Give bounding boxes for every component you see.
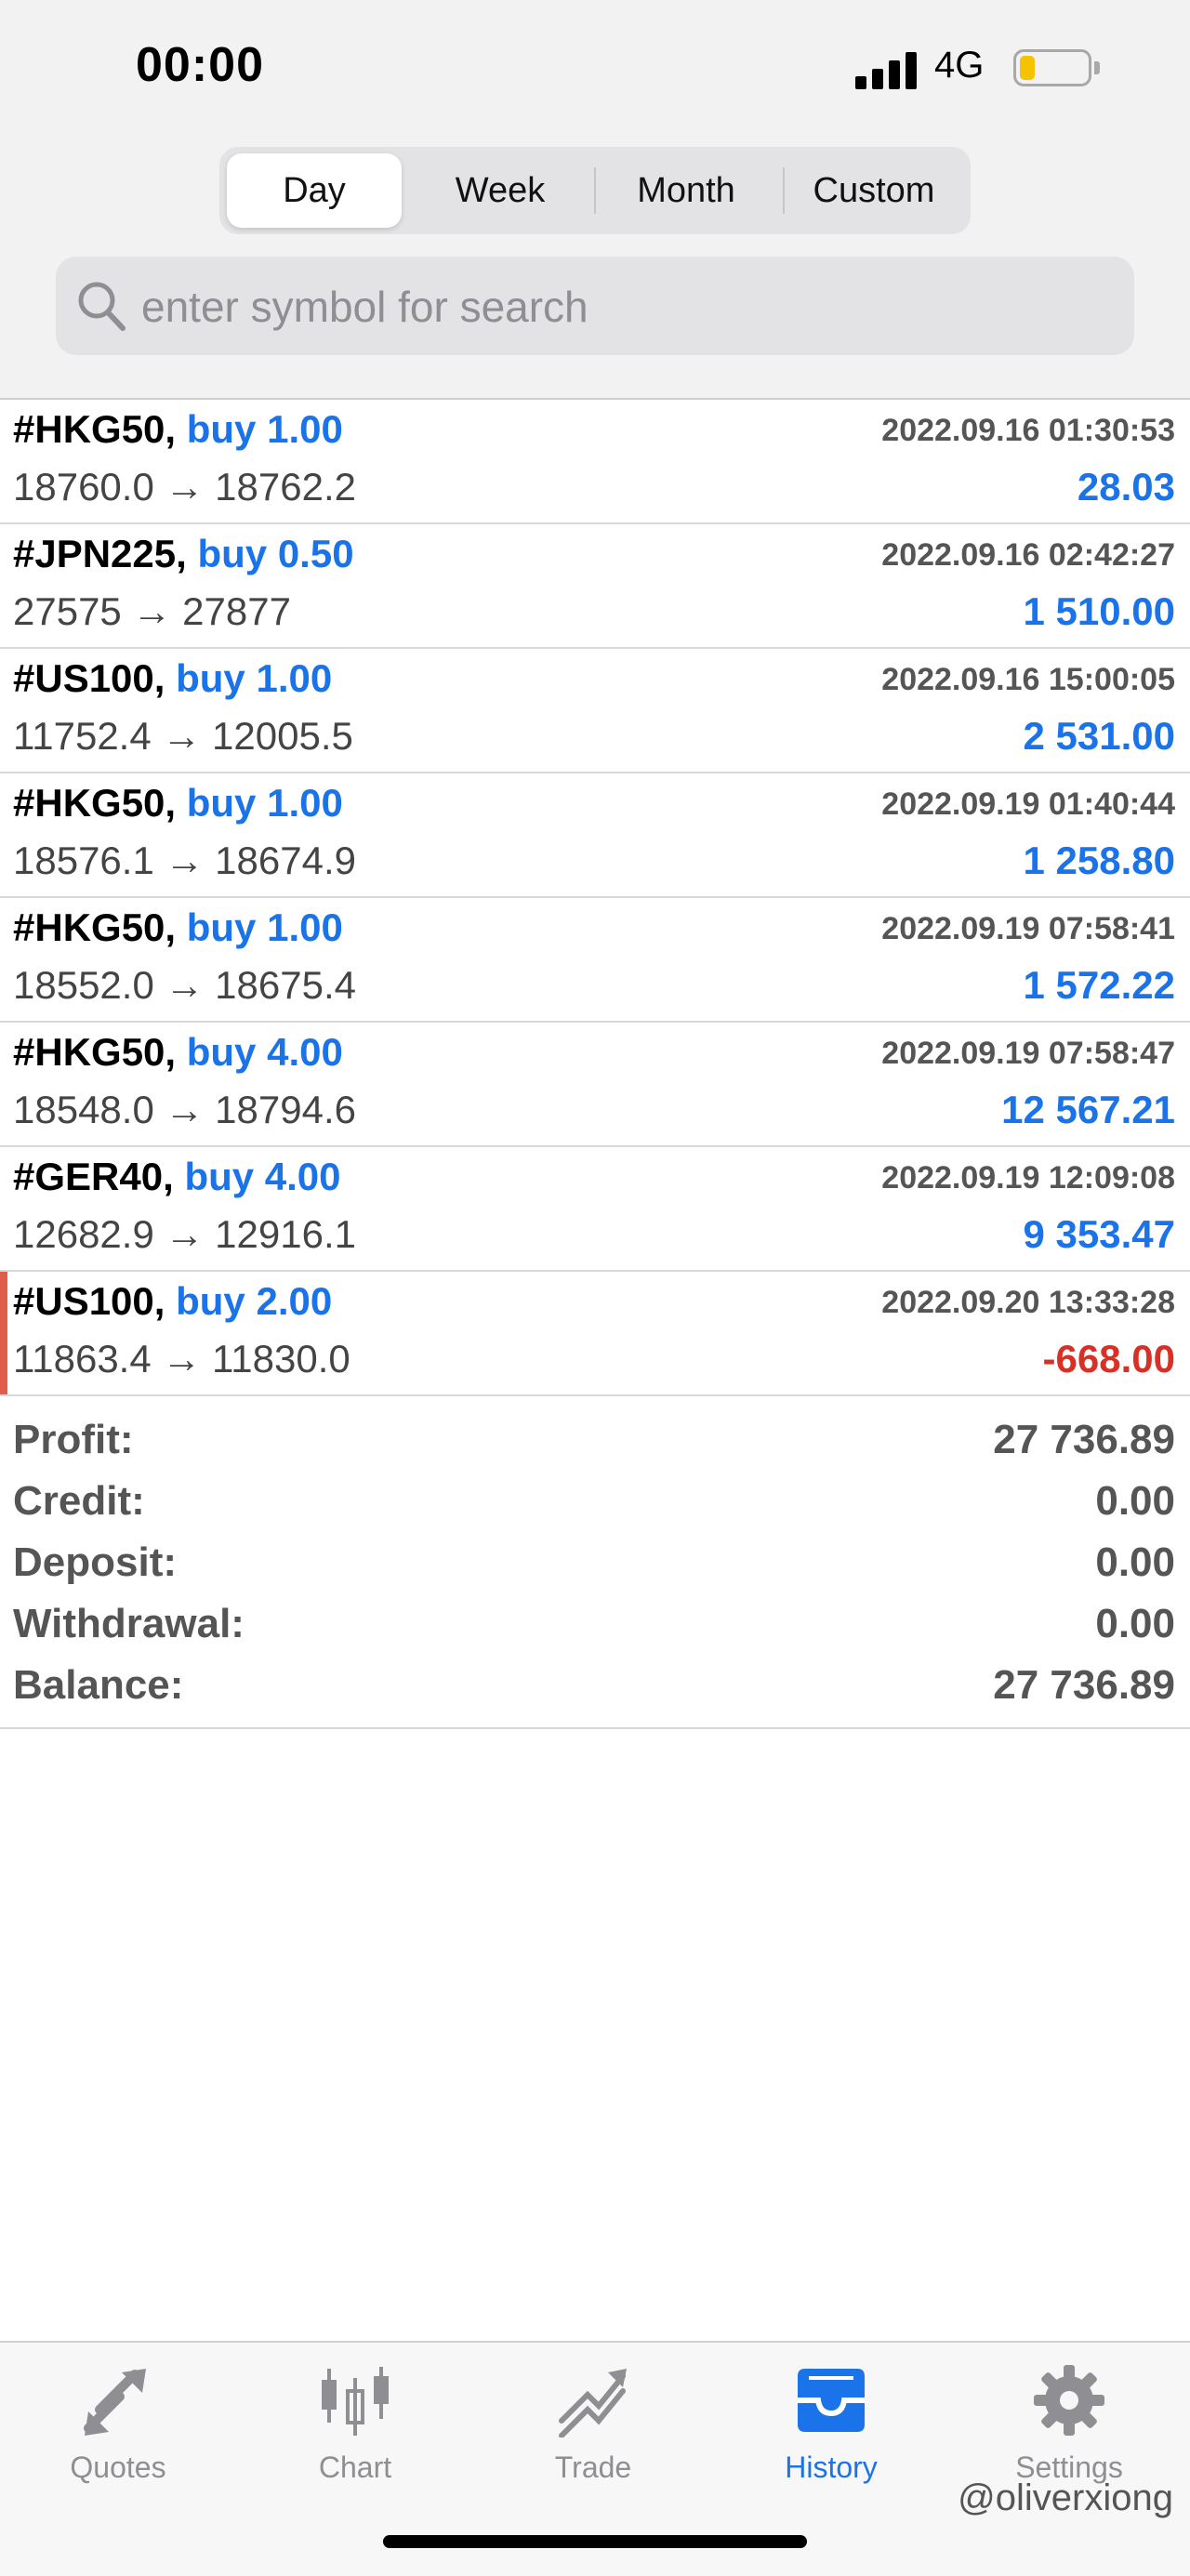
- tab-week[interactable]: Week: [413, 153, 588, 228]
- deal-symbol: #US100,: [13, 656, 165, 700]
- summary-label: Profit:: [13, 1417, 134, 1462]
- deal-symbol: #US100,: [13, 1279, 165, 1323]
- deal-profit: 28.03: [1077, 465, 1175, 509]
- summary-value: 0.00: [1095, 1539, 1175, 1585]
- deal-row[interactable]: #US100, buy 2.00 2022.09.20 13:33:28 118…: [0, 1272, 1190, 1396]
- watermark: @oliverxiong: [958, 2477, 1173, 2518]
- deal-prices: 18552.0 → 18675.4: [13, 963, 356, 1007]
- deal-prices: 18548.0 → 18794.6: [13, 1088, 356, 1131]
- tab-month[interactable]: Month: [599, 153, 774, 228]
- loss-marker: [0, 1272, 7, 1394]
- gear-icon: [1034, 2365, 1104, 2436]
- deal-row[interactable]: #HKG50, buy 1.00 2022.09.19 07:58:41 185…: [0, 898, 1190, 1023]
- deal-side: buy 1.00: [186, 781, 343, 825]
- deal-symbol: #HKG50,: [13, 407, 177, 451]
- deal-row[interactable]: #US100, buy 1.00 2022.09.16 15:00:05 117…: [0, 649, 1190, 773]
- tab-label: History: [785, 2451, 878, 2484]
- search-bar[interactable]: [56, 257, 1134, 355]
- tab-custom[interactable]: Custom: [787, 153, 961, 228]
- deal-profit: 1 510.00: [1023, 589, 1176, 633]
- deal-side: buy 1.00: [176, 656, 333, 700]
- tab-quotes[interactable]: Quotes: [34, 2363, 202, 2493]
- deal-prices: 18576.1 → 18674.9: [13, 839, 356, 882]
- deal-time: 2022.09.19 07:58:41: [881, 911, 1175, 946]
- deal-row[interactable]: #GER40, buy 4.00 2022.09.19 12:09:08 126…: [0, 1147, 1190, 1272]
- deal-row[interactable]: #HKG50, buy 1.00 2022.09.16 01:30:53 187…: [0, 400, 1190, 524]
- status-time: 00:00: [136, 38, 264, 92]
- tab-chart[interactable]: Chart: [271, 2363, 439, 2493]
- summary-label: Balance:: [13, 1662, 184, 1708]
- summary-label: Credit:: [13, 1478, 145, 1524]
- deal-time: 2022.09.19 12:09:08: [881, 1160, 1175, 1196]
- battery-tip: [1094, 61, 1100, 74]
- deal-time: 2022.09.16 15:00:05: [881, 662, 1175, 697]
- tab-trade[interactable]: Trade: [509, 2363, 677, 2493]
- deal-prices: 12682.9 → 12916.1: [13, 1212, 356, 1256]
- deal-row[interactable]: #HKG50, buy 4.00 2022.09.19 07:58:47 185…: [0, 1023, 1190, 1147]
- deal-prices: 27575 → 27877: [13, 589, 291, 633]
- trade-icon: [559, 2369, 627, 2437]
- deal-side: buy 1.00: [186, 905, 343, 949]
- deal-prices: 11863.4 → 11830.0: [13, 1337, 350, 1380]
- candlestick-icon: [322, 2367, 389, 2436]
- inbox-icon: [798, 2369, 865, 2432]
- deal-symbol: #HKG50,: [13, 781, 177, 825]
- segment-divider: [594, 167, 596, 214]
- segment-divider: [783, 167, 785, 214]
- battery-icon: [1013, 49, 1091, 86]
- home-indicator[interactable]: [383, 2535, 807, 2548]
- deal-profit: 1 572.22: [1023, 963, 1176, 1007]
- summary-value: 27 736.89: [993, 1417, 1175, 1462]
- quotes-icon: [84, 2369, 146, 2436]
- tab-label: Chart: [318, 2451, 392, 2484]
- tab-history[interactable]: History: [747, 2363, 915, 2493]
- deal-time: 2022.09.19 07:58:47: [881, 1036, 1175, 1071]
- account-summary: Profit: 27 736.89 Credit: 0.00 Deposit: …: [0, 1396, 1190, 1729]
- tab-settings[interactable]: Settings: [985, 2363, 1153, 2493]
- summary-value: 0.00: [1095, 1478, 1175, 1524]
- deal-symbol: #GER40,: [13, 1155, 174, 1198]
- search-icon: [78, 282, 126, 331]
- deal-profit: -668.00: [1042, 1337, 1175, 1380]
- summary-label: Deposit:: [13, 1539, 177, 1585]
- deal-symbol: #HKG50,: [13, 1030, 177, 1074]
- deal-time: 2022.09.16 01:30:53: [881, 413, 1175, 448]
- deal-row[interactable]: #HKG50, buy 1.00 2022.09.19 01:40:44 185…: [0, 773, 1190, 898]
- summary-row-credit: Credit: 0.00: [13, 1478, 1175, 1539]
- tab-label: Quotes: [70, 2451, 166, 2484]
- summary-row-balance: Balance: 27 736.89: [13, 1662, 1175, 1724]
- network-label: 4G: [934, 45, 985, 86]
- tab-label: Trade: [554, 2451, 632, 2484]
- deal-symbol: #HKG50,: [13, 905, 177, 949]
- deal-side: buy 2.00: [176, 1279, 333, 1323]
- deal-prices: 11752.4 → 12005.5: [13, 714, 353, 758]
- deal-time: 2022.09.16 02:42:27: [881, 537, 1175, 573]
- deal-side: buy 1.00: [186, 407, 343, 451]
- top-panel: 00:00 4G Day Week Month Custom: [0, 0, 1190, 400]
- deal-time: 2022.09.19 01:40:44: [881, 786, 1175, 822]
- period-selector: Day Week Month Custom: [219, 147, 971, 234]
- summary-value: 0.00: [1095, 1601, 1175, 1646]
- deal-side: buy 4.00: [184, 1155, 341, 1198]
- summary-row-deposit: Deposit: 0.00: [13, 1539, 1175, 1601]
- summary-row-profit: Profit: 27 736.89: [13, 1417, 1175, 1478]
- deal-profit: 12 567.21: [1001, 1088, 1175, 1131]
- tab-day[interactable]: Day: [227, 153, 402, 228]
- deal-side: buy 4.00: [186, 1030, 343, 1074]
- deal-profit: 1 258.80: [1023, 839, 1176, 882]
- summary-row-withdrawal: Withdrawal: 0.00: [13, 1601, 1175, 1662]
- deal-symbol: #JPN225,: [13, 532, 187, 575]
- deal-profit: 9 353.47: [1023, 1212, 1176, 1256]
- deal-side: buy 0.50: [197, 532, 354, 575]
- deal-row[interactable]: #JPN225, buy 0.50 2022.09.16 02:42:27 27…: [0, 524, 1190, 649]
- summary-label: Withdrawal:: [13, 1601, 245, 1646]
- search-input[interactable]: [139, 270, 1110, 344]
- deal-prices: 18760.0 → 18762.2: [13, 465, 356, 509]
- deal-time: 2022.09.20 13:33:28: [881, 1285, 1175, 1320]
- summary-value: 27 736.89: [993, 1662, 1175, 1708]
- deal-profit: 2 531.00: [1023, 714, 1176, 758]
- signal-icon: [855, 48, 920, 89]
